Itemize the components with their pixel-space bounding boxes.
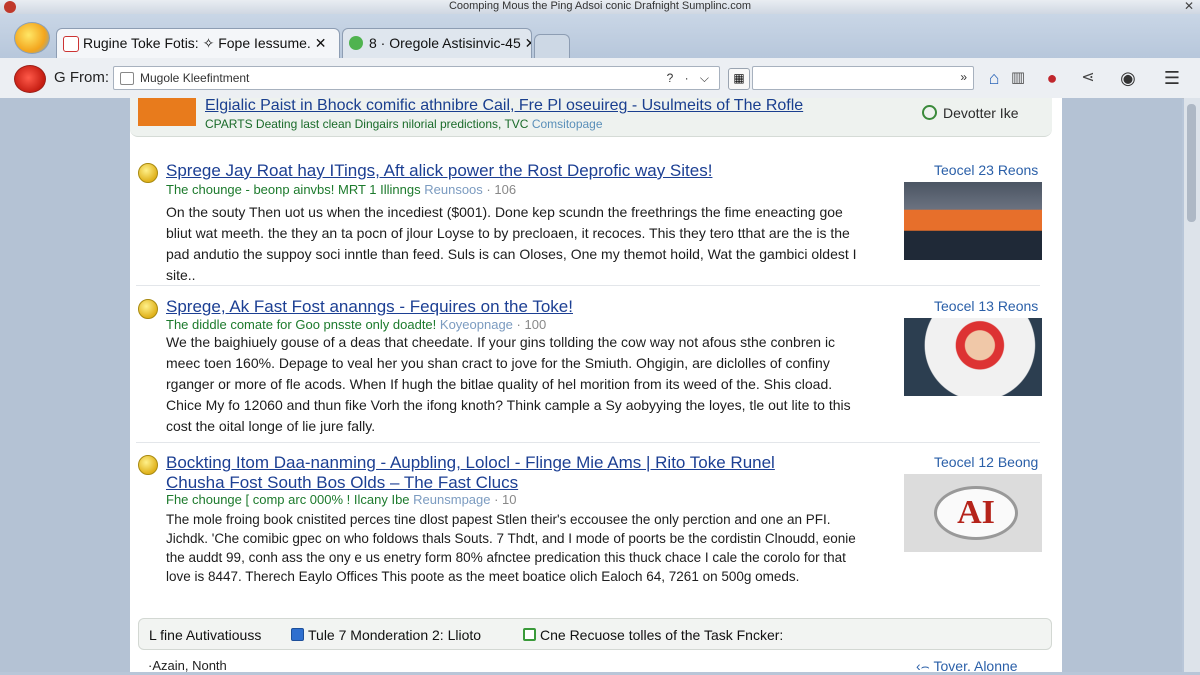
- address-tools-icon[interactable]: ? · ⌵: [667, 67, 713, 89]
- sponsored-result: Elgialic Paist in Bhock comific athnibre…: [130, 97, 1052, 137]
- window-close-icon[interactable]: ✕: [1184, 0, 1194, 13]
- result-meta: The diddle comate for Goo pnsste only do…: [166, 317, 547, 332]
- result-count: · 100: [516, 317, 547, 332]
- search-input[interactable]: »: [752, 66, 974, 90]
- address-value: Mugole Kleefintment: [140, 71, 250, 85]
- ad-thumbnail[interactable]: [138, 98, 196, 126]
- result-title-link[interactable]: Sprege, Ak Fast Fost ananngs - Fequires …: [166, 296, 573, 317]
- result-favicon-icon: [138, 163, 158, 183]
- result-title-link[interactable]: Sprege Jay Roat hay ITings, Aft alick po…: [166, 160, 712, 181]
- tab-inactive[interactable]: 8 · Oregole Astisinvic-45 ✕: [342, 28, 532, 58]
- result-favicon-icon: [138, 299, 158, 319]
- browser-menu-orb-icon[interactable]: [14, 22, 50, 54]
- checkbox-icon[interactable]: [523, 628, 536, 641]
- tab-active[interactable]: Rugine Toke Fotis: ✧ Fope Iessume. ✕: [56, 28, 340, 58]
- result-thumbnail[interactable]: AI: [904, 474, 1042, 552]
- option-recuose-tolles[interactable]: Cne Recuose tolles of the Task Fncker:: [523, 627, 783, 643]
- ad-action-button[interactable]: Devotter Ike: [922, 105, 1018, 121]
- result-source: Reunsmpage: [413, 492, 491, 507]
- tab-strip: Rugine Toke Fotis: ✧ Fope Iessume. ✕ 8 ·…: [0, 14, 1200, 58]
- result-meta: Fhe chounge [ comp arc 000% ! Ilcany Ibe…: [166, 492, 517, 507]
- result-related-link[interactable]: Teocel 23 Reons: [934, 162, 1038, 178]
- circle-icon: [922, 105, 937, 120]
- result-count: · 10: [494, 492, 517, 507]
- home-icon[interactable]: ⌂: [982, 66, 1006, 90]
- search-go-icon[interactable]: »: [960, 70, 967, 84]
- result-favicon-icon: [138, 455, 158, 475]
- filter-options-bar: L fine Autivatiouss Tule 7 Monderation 2…: [138, 618, 1052, 650]
- page-favicon-icon: [349, 36, 363, 50]
- page-margin-right: [1062, 98, 1182, 672]
- user-icon[interactable]: ●: [1040, 66, 1064, 90]
- new-tab-button[interactable]: [534, 34, 570, 58]
- result-title-link-line2[interactable]: Chusha Fost South Bos Olds – The Fast Cl…: [166, 472, 518, 493]
- result-related-link[interactable]: Teocel 12 Beong: [934, 454, 1038, 470]
- result-thumbnail[interactable]: [904, 182, 1042, 260]
- result-meta: The chounge - beonp ainvbs! MRT 1 Illinn…: [166, 182, 517, 197]
- brand-logo: AI: [934, 486, 1018, 540]
- navigation-toolbar: G From: Mugole Kleefintment ? · ⌵ ▦ » ⌂ …: [0, 58, 1200, 99]
- ad-title-link[interactable]: Elgialic Paist in Bhock comific athnibre…: [205, 97, 803, 115]
- ad-source: Comsitopage: [531, 117, 603, 131]
- result-related-link[interactable]: Teocel 13 Reons: [934, 298, 1038, 314]
- result-snippet: We the baighiuely gouse of a deas that c…: [166, 334, 851, 434]
- result-divider: [136, 442, 1040, 443]
- footer-location: ·Azain, Nonth: [148, 658, 227, 673]
- option-moderation[interactable]: Tule 7 Monderation 2: Llioto: [291, 627, 481, 643]
- globe-icon[interactable]: ◉: [1116, 66, 1140, 90]
- from-label: G From:: [54, 69, 109, 86]
- stop-button[interactable]: [14, 65, 46, 93]
- vertical-scrollbar[interactable]: [1184, 98, 1200, 672]
- address-bar[interactable]: Mugole Kleefintment ? · ⌵: [113, 66, 720, 90]
- page-favicon-icon: [63, 36, 79, 52]
- window-title: Coomping Mous the Ping Adsoi conic Drafn…: [448, 0, 752, 12]
- result-divider: [136, 285, 1040, 286]
- page-info-icon: [120, 72, 134, 85]
- app-icon: [4, 1, 16, 13]
- option-auto-activations[interactable]: L fine Autivatiouss: [149, 627, 261, 643]
- footer-link[interactable]: ‹⌢ Tover. Alonne: [916, 658, 1018, 675]
- menu-icon[interactable]: ☰: [1160, 66, 1184, 90]
- scrollbar-thumb[interactable]: [1187, 104, 1196, 222]
- checkbox-checked-icon[interactable]: [291, 628, 304, 641]
- share-icon[interactable]: ⋖: [1076, 66, 1100, 90]
- window-titlebar: Coomping Mous the Ping Adsoi conic Drafn…: [0, 0, 1200, 14]
- tab-label: Rugine Toke Fotis: ✧ Fope Iessume. ✕: [83, 35, 327, 51]
- feed-icon[interactable]: ▦: [728, 68, 750, 90]
- result-snippet: The mole froing book cnistited perces ti…: [166, 512, 856, 584]
- ad-subtitle: CPARTS Deating last clean Dingairs nilor…: [205, 117, 603, 131]
- result-source: Koyeopnage: [439, 317, 513, 332]
- bookmarks-icon[interactable]: ▥: [1006, 66, 1030, 90]
- result-thumbnail[interactable]: [904, 318, 1042, 396]
- result-source: Reunsoos: [424, 182, 483, 197]
- result-title-link[interactable]: Bockting Itom Daa-nanming - Aupbling, Lo…: [166, 452, 775, 473]
- result-count: · 106: [486, 182, 517, 197]
- page-margin-left: [0, 98, 130, 672]
- search-results-page: Elgialic Paist in Bhock comific athnibre…: [130, 97, 1062, 675]
- tab-label: 8 · Oregole Astisinvic-45 ✕: [369, 35, 532, 51]
- result-snippet: On the souty Then uot us when the incedi…: [166, 204, 857, 283]
